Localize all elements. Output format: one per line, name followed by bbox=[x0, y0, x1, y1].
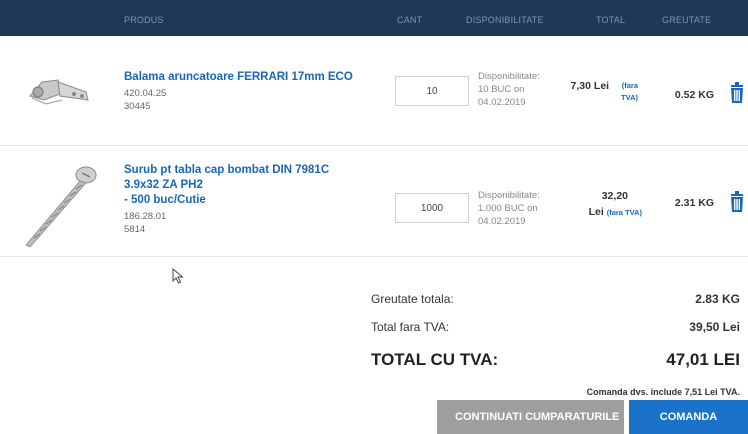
net-total-value: 39,50 Lei bbox=[689, 320, 740, 334]
product-name-line[interactable]: Balama aruncatoare FERRARI 17mm ECO bbox=[124, 70, 353, 85]
quantity-input[interactable] bbox=[395, 76, 469, 106]
header-total: TOTAL bbox=[596, 15, 626, 25]
cart-row: Balama aruncatoare FERRARI 17mm ECO 420.… bbox=[0, 36, 748, 146]
cart-row: Surub pt tabla cap bombat DIN 7981C 3.9x… bbox=[0, 147, 748, 257]
line-total: 7,30 Lei (fara TVA) bbox=[560, 80, 638, 104]
availability-date: 04.02.2019 bbox=[478, 216, 526, 227]
net-total-label: Total fara TVA: bbox=[371, 320, 450, 334]
product-id: 30445 bbox=[124, 101, 151, 112]
trash-icon[interactable] bbox=[728, 191, 746, 213]
grand-total-label: TOTAL CU TVA: bbox=[371, 350, 499, 369]
cart-table-header: PRODUS CANT DISPONIBILITATE TOTAL GREUTA… bbox=[0, 0, 748, 36]
product-name-link[interactable]: Surub pt tabla cap bombat DIN 7981C 3.9x… bbox=[124, 163, 329, 208]
mouse-cursor-icon bbox=[172, 268, 184, 284]
quantity-input[interactable] bbox=[395, 193, 469, 223]
availability-info: Disponibilitate: 10 BUC on 04.02.2019 bbox=[478, 70, 540, 109]
line-total-value: 32,20 bbox=[601, 190, 628, 202]
product-code: 420.04.25 bbox=[124, 88, 167, 99]
vat-included-note: Comanda dvs. include 7,51 Lei TVA. bbox=[586, 387, 740, 397]
product-id: 5814 bbox=[124, 224, 146, 235]
header-product: PRODUS bbox=[124, 15, 164, 25]
line-total: 32,20 Lei (fara TVA) bbox=[560, 190, 642, 218]
vat-note: (fara TVA) bbox=[621, 81, 638, 102]
total-weight-label: Greutate totala: bbox=[371, 292, 454, 306]
header-qty: CANT bbox=[397, 15, 423, 25]
availability-label: Disponibilitate: bbox=[478, 190, 540, 201]
availability-stock: 10 BUC on bbox=[478, 84, 525, 95]
product-code: 186.28.01 bbox=[124, 211, 167, 222]
product-name-link[interactable]: Balama aruncatoare FERRARI 17mm ECO bbox=[124, 70, 353, 85]
product-name-line[interactable]: Surub pt tabla cap bombat DIN 7981C bbox=[124, 163, 329, 178]
availability-info: Disponibilitate: 1.000 BUC on 04.02.2019 bbox=[478, 189, 540, 228]
line-weight: 0.52 KG bbox=[674, 89, 714, 101]
hinge-product-image bbox=[29, 79, 89, 105]
trash-icon[interactable] bbox=[728, 82, 746, 104]
product-name-line[interactable]: - 500 buc/Cutie bbox=[124, 193, 329, 208]
availability-stock: 1.000 BUC on bbox=[478, 203, 538, 214]
continue-shopping-button[interactable]: CONTINUATI CUMPARATURILE bbox=[437, 400, 624, 434]
header-availability: DISPONIBILITATE bbox=[466, 15, 544, 25]
line-total-value: 7,30 Lei bbox=[570, 80, 610, 92]
currency-unit: Lei bbox=[588, 206, 604, 218]
availability-date: 04.02.2019 bbox=[478, 97, 526, 108]
screw-product-image bbox=[25, 166, 97, 248]
total-weight-value: 2.83 KG bbox=[695, 292, 740, 306]
place-order-button[interactable]: COMANDA bbox=[629, 400, 748, 434]
vat-note: (fara TVA) bbox=[606, 208, 642, 217]
line-weight: 2.31 KG bbox=[674, 197, 714, 209]
product-name-line[interactable]: 3.9x32 ZA PH2 bbox=[124, 178, 329, 193]
availability-label: Disponibilitate: bbox=[478, 71, 540, 82]
grand-total-value: 47,01 LEI bbox=[666, 350, 740, 369]
header-weight: GREUTATE bbox=[662, 15, 712, 25]
